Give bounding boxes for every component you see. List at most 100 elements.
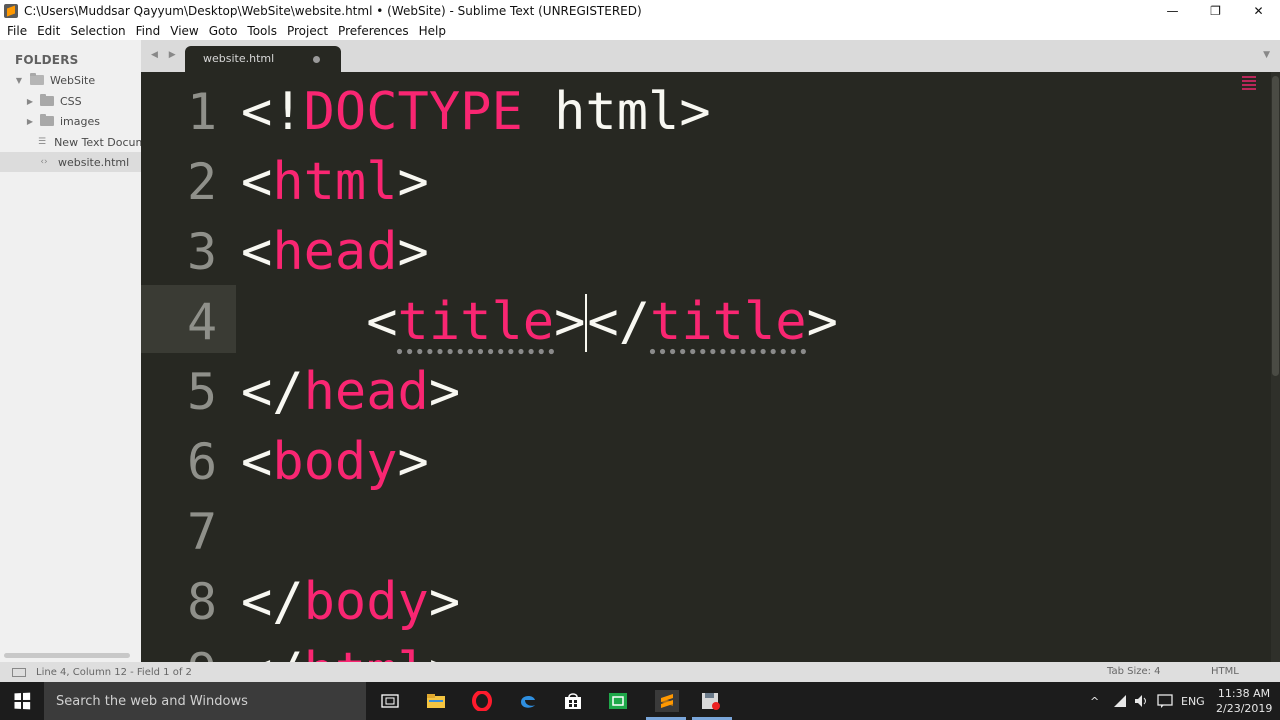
notifications-icon[interactable] <box>1157 682 1173 720</box>
editor-vertical-scrollbar[interactable] <box>1271 72 1280 662</box>
minimize-button[interactable]: — <box>1151 0 1194 22</box>
menu-edit[interactable]: Edit <box>32 22 65 40</box>
clock-time: 11:38 AM <box>1217 687 1271 700</box>
edge-browser-icon[interactable] <box>517 690 539 712</box>
folders-heading: FOLDERS <box>15 53 79 67</box>
code-text[interactable]: </html> <box>241 642 460 662</box>
tree-folder-label: WebSite <box>50 73 96 87</box>
menu-file[interactable]: File <box>2 22 32 40</box>
store-icon[interactable] <box>562 690 584 712</box>
expanded-triangle-icon[interactable]: ▼ <box>14 76 24 85</box>
code-text[interactable]: <body> <box>241 432 429 492</box>
code-text[interactable]: </body> <box>241 572 460 632</box>
tab-label: website.html <box>203 52 275 65</box>
code-tag: title <box>397 292 555 352</box>
line-number: 7 <box>187 503 218 561</box>
floppy-save-app-icon[interactable] <box>700 690 722 712</box>
windows-taskbar: Search the web and Windows ^ ENG 11:38 A… <box>0 682 1280 720</box>
window-title: C:\Users\Muddsar Qayyum\Desktop\WebSite\… <box>24 4 642 18</box>
code-line-9[interactable]: 9 </html> <box>141 636 1241 662</box>
tree-folder-label: CSS <box>60 94 82 108</box>
code-punct: < <box>241 432 273 492</box>
code-text[interactable]: </head> <box>241 362 460 422</box>
code-line-5[interactable]: 5 </head> <box>141 356 1241 426</box>
line-number: 8 <box>187 573 218 631</box>
scrollbar-thumb[interactable] <box>1272 76 1279 376</box>
opera-browser-icon[interactable] <box>471 690 493 712</box>
code-punct: html> <box>522 82 711 142</box>
menu-preferences[interactable]: Preferences <box>333 22 414 40</box>
tree-folder-images[interactable]: ▶ images <box>0 111 141 131</box>
tab-navigation-arrows-icon[interactable]: ◀ ▶ <box>151 50 180 60</box>
file-explorer-icon[interactable] <box>425 690 447 712</box>
code-punct: > <box>428 572 461 632</box>
camtasia-recorder-icon[interactable] <box>607 690 629 712</box>
panel-toggle-icon[interactable] <box>12 667 26 677</box>
code-tag: body <box>272 432 398 492</box>
code-punct: > <box>554 292 586 352</box>
menu-goto[interactable]: Goto <box>204 22 243 40</box>
line-number: 6 <box>187 433 218 491</box>
code-line-6[interactable]: 6 <body> <box>141 426 1241 496</box>
task-view-icon[interactable] <box>379 690 401 712</box>
folder-icon <box>40 114 54 126</box>
syntax-indicator[interactable]: HTML <box>1211 666 1239 677</box>
tree-folder-label: images <box>60 114 100 128</box>
code-punct: </ <box>241 362 304 422</box>
folders-sidebar: FOLDERS ▼ WebSite ▶ CSS ▶ images ☰ New T… <box>0 40 141 662</box>
tree-file-website-html[interactable]: ‹› website.html <box>0 152 141 172</box>
sidebar-horizontal-scrollbar[interactable] <box>4 653 130 658</box>
code-line-7[interactable]: 7 <box>141 496 1241 566</box>
volume-icon[interactable] <box>1134 682 1150 720</box>
tab-website-html[interactable]: website.html <box>185 46 341 72</box>
code-editor[interactable]: 1 <!DOCTYPE html> 2 <html> 3 <head> 4 <t… <box>141 72 1280 662</box>
sublime-text-taskbar-icon[interactable] <box>655 690 679 712</box>
unsaved-dot-icon[interactable] <box>313 56 320 63</box>
code-line-4[interactable]: 4 <title></title> <box>141 286 1241 356</box>
code-line-3[interactable]: 3 <head> <box>141 216 1241 286</box>
menu-tools[interactable]: Tools <box>242 22 282 40</box>
taskbar-clock[interactable]: 11:38 AM 2/23/2019 <box>1216 686 1272 716</box>
line-number: 9 <box>187 642 227 662</box>
code-punct: < <box>366 292 398 352</box>
code-line-1[interactable]: 1 <!DOCTYPE html> <box>141 76 1241 146</box>
menu-project[interactable]: Project <box>282 22 333 40</box>
tree-file-new-text-document[interactable]: ☰ New Text Document <box>0 132 141 152</box>
tab-menu-chevron-icon[interactable]: ▼ <box>1263 50 1270 60</box>
code-text[interactable]: <head> <box>241 222 429 282</box>
code-line-2[interactable]: 2 <html> <box>141 146 1241 216</box>
close-button[interactable]: ✕ <box>1237 0 1280 22</box>
restore-button[interactable]: ❐ <box>1194 0 1237 22</box>
tab-size-indicator[interactable]: Tab Size: 4 <box>1107 666 1161 677</box>
line-number: 1 <box>187 83 218 141</box>
code-text[interactable]: <html> <box>241 152 429 212</box>
collapsed-triangle-icon[interactable]: ▶ <box>25 117 35 126</box>
start-button[interactable] <box>0 682 44 720</box>
code-punct: < <box>241 152 273 212</box>
collapsed-triangle-icon[interactable]: ▶ <box>25 97 35 106</box>
language-indicator[interactable]: ENG <box>1181 682 1205 720</box>
taskbar-search-box[interactable]: Search the web and Windows <box>44 682 366 720</box>
code-text[interactable]: <title></title> <box>241 292 838 352</box>
menu-find[interactable]: Find <box>131 22 166 40</box>
menu-selection[interactable]: Selection <box>65 22 130 40</box>
code-doctype: DOCTYPE <box>303 82 523 142</box>
code-line-8[interactable]: 8 </body> <box>141 566 1241 636</box>
tree-file-label: New Text Document <box>54 135 141 149</box>
code-punct: </ <box>241 642 304 662</box>
code-text[interactable]: <!DOCTYPE html> <box>241 82 711 142</box>
title-bar: C:\Users\Muddsar Qayyum\Desktop\WebSite\… <box>0 0 1280 22</box>
tree-folder-css[interactable]: ▶ CSS <box>0 91 141 111</box>
wifi-icon[interactable] <box>1112 682 1128 720</box>
sublime-app-icon <box>4 4 18 18</box>
menu-help[interactable]: Help <box>414 22 451 40</box>
code-tag: head <box>272 222 398 282</box>
status-bar: Line 4, Column 12 - Field 1 of 2 Tab Siz… <box>0 662 1280 682</box>
menu-view[interactable]: View <box>165 22 203 40</box>
code-punct: > <box>428 362 461 422</box>
tray-chevron-icon[interactable]: ^ <box>1090 682 1099 720</box>
tree-folder-website[interactable]: ▼ WebSite <box>0 70 141 90</box>
code-punct: </ <box>241 572 304 632</box>
folder-open-icon <box>30 73 44 85</box>
minimap[interactable] <box>1242 74 1256 90</box>
